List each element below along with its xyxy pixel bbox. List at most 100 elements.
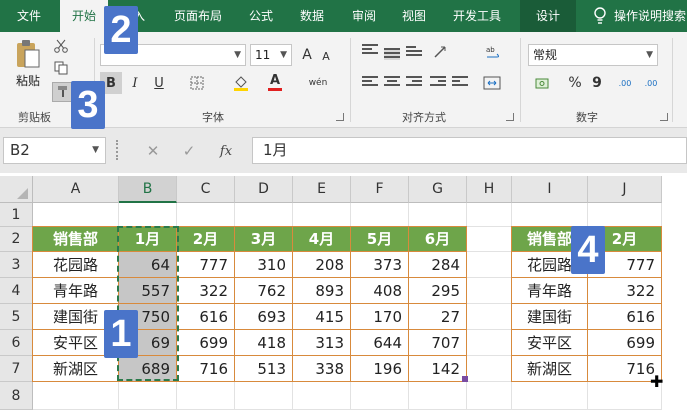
row-header-1[interactable]: 1 [0, 203, 33, 227]
table-value-cell[interactable]: 893 [293, 278, 351, 304]
table-value-cell[interactable]: 338 [293, 356, 351, 382]
table-header-cell[interactable]: 4月 [293, 227, 351, 252]
table-value-cell[interactable]: 689 [119, 356, 177, 382]
table-value-cell[interactable]: 295 [409, 278, 467, 304]
table-row-label[interactable]: 新湖区 [33, 356, 119, 382]
table-value-cell[interactable]: 310 [235, 252, 293, 278]
formula-bar-splitter[interactable] [116, 140, 120, 160]
select-all-corner[interactable] [0, 176, 33, 203]
cell[interactable] [293, 203, 351, 227]
cell[interactable] [512, 382, 588, 410]
table-value-cell[interactable]: 64 [119, 252, 177, 278]
cell[interactable] [512, 203, 588, 227]
cell[interactable] [467, 203, 512, 227]
paste-button[interactable]: 粘贴 [16, 72, 40, 89]
row-header-7[interactable]: 7 [0, 356, 33, 382]
name-box[interactable]: B2 ▼ [3, 137, 106, 164]
table-value-cell[interactable]: 699 [177, 330, 235, 356]
column-header-g[interactable]: G [409, 176, 467, 203]
grow-font-button[interactable]: A [298, 44, 316, 66]
row-header-5[interactable]: 5 [0, 304, 33, 330]
cell[interactable] [467, 356, 512, 382]
cell[interactable] [235, 382, 293, 410]
wrap-text-icon[interactable]: ab [482, 42, 504, 64]
table-header-cell[interactable]: 1月 [119, 227, 177, 252]
cell[interactable] [33, 203, 119, 227]
comma-style-button[interactable]: 9 [588, 72, 606, 94]
tab-file[interactable]: 文件 [8, 0, 50, 32]
table-value-cell[interactable]: 716 [177, 356, 235, 382]
align-bottom-icon[interactable] [406, 46, 422, 58]
cell[interactable] [293, 382, 351, 410]
tell-me-search[interactable]: 操作说明搜索 [614, 0, 687, 32]
table-row-label[interactable]: 青年路 [33, 278, 119, 304]
cell[interactable] [467, 227, 512, 252]
table-value-cell[interactable]: 284 [409, 252, 467, 278]
cell[interactable] [177, 203, 235, 227]
table-value-cell[interactable]: 208 [293, 252, 351, 278]
cell[interactable] [467, 304, 512, 330]
table-value-cell[interactable]: 762 [235, 278, 293, 304]
table-value-cell[interactable]: 693 [235, 304, 293, 330]
column-header-c[interactable]: C [177, 176, 235, 203]
cell[interactable] [409, 203, 467, 227]
font-launcher-icon[interactable] [336, 113, 344, 121]
table-value-cell[interactable]: 616 [588, 304, 662, 330]
column-header-h[interactable]: H [467, 176, 512, 203]
cell[interactable] [409, 382, 467, 410]
cut-icon[interactable] [52, 38, 70, 54]
formula-input[interactable]: 1月 [252, 137, 687, 164]
font-color-button[interactable]: A [264, 70, 286, 94]
alignment-launcher-icon[interactable] [506, 113, 514, 121]
row-header-4[interactable]: 4 [0, 278, 33, 304]
table-row-label[interactable]: 新湖区 [512, 356, 588, 382]
shrink-font-button[interactable]: A [318, 46, 334, 66]
row-header-8[interactable]: 8 [0, 382, 33, 410]
table-row-label[interactable]: 安平区 [512, 330, 588, 356]
table-row-label[interactable]: 花园路 [33, 252, 119, 278]
cell[interactable] [177, 382, 235, 410]
fill-color-icon[interactable] [230, 72, 252, 94]
align-right-icon[interactable] [406, 76, 422, 88]
cell[interactable] [235, 203, 293, 227]
column-header-a[interactable]: A [33, 176, 119, 203]
increase-decimal-button[interactable]: .00 [614, 72, 636, 94]
table-value-cell[interactable]: 557 [119, 278, 177, 304]
table-value-cell[interactable]: 513 [235, 356, 293, 382]
row-header-6[interactable]: 6 [0, 330, 33, 356]
underline-button[interactable]: U [148, 72, 170, 94]
fill-handle[interactable] [462, 376, 468, 382]
cell[interactable] [351, 203, 409, 227]
phonetic-guide-button[interactable]: wén [304, 72, 332, 94]
align-left-icon[interactable] [362, 76, 378, 88]
column-header-e[interactable]: E [293, 176, 351, 203]
tab-design[interactable]: 设计 [520, 0, 576, 32]
increase-indent-icon[interactable] [452, 76, 468, 88]
merge-center-icon[interactable] [480, 72, 504, 94]
table-value-cell[interactable]: 616 [177, 304, 235, 330]
table-value-cell[interactable]: 322 [588, 278, 662, 304]
tab-review[interactable]: 审阅 [344, 0, 384, 32]
cell[interactable] [467, 278, 512, 304]
column-header-b[interactable]: B [119, 176, 177, 203]
table-value-cell[interactable]: 415 [293, 304, 351, 330]
cancel-icon[interactable]: ✕ [142, 140, 164, 162]
tab-page-layout[interactable]: 页面布局 [166, 0, 230, 32]
row-header-3[interactable]: 3 [0, 252, 33, 278]
decrease-indent-icon[interactable] [430, 76, 446, 88]
align-middle-icon[interactable] [384, 48, 400, 60]
cell[interactable] [33, 382, 119, 410]
italic-button[interactable]: I [124, 72, 146, 94]
table-value-cell[interactable]: 196 [351, 356, 409, 382]
tab-developer[interactable]: 开发工具 [446, 0, 508, 32]
lightbulb-icon[interactable] [588, 0, 612, 32]
table-value-cell[interactable]: 322 [177, 278, 235, 304]
number-format-dropdown[interactable]: 常规 ▼ [528, 44, 658, 66]
enter-icon[interactable]: ✓ [178, 140, 200, 162]
cell[interactable] [467, 382, 512, 410]
paste-icon[interactable] [14, 38, 42, 70]
table-header-cell[interactable]: 3月 [235, 227, 293, 252]
font-size-dropdown[interactable]: 11 ▼ [250, 44, 292, 66]
align-top-icon[interactable] [362, 44, 378, 56]
tab-data[interactable]: 数据 [292, 0, 332, 32]
